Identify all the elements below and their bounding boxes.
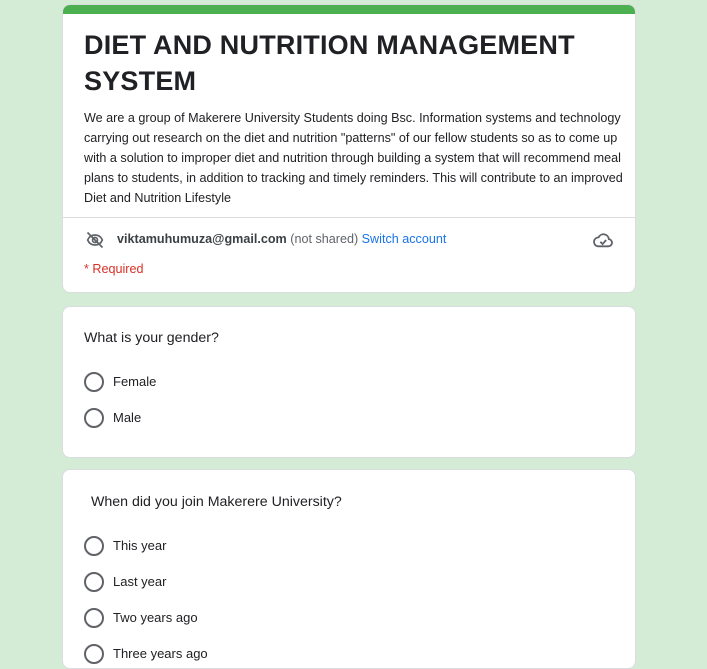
account-info: viktamuhumuza@gmail.com (not shared) Swi… [117,232,446,246]
option-label: Three years ago [113,646,208,661]
visibility-off-icon [84,230,106,250]
option-label: This year [113,538,167,553]
form-header-card: DIET AND NUTRITION MANAGEMENT SYSTEM We … [62,4,636,293]
radio-button[interactable] [84,608,104,628]
radio-button[interactable] [84,536,104,556]
option-label: Two years ago [113,610,198,625]
option-label: Male [113,410,142,425]
cloud-done-icon [592,231,614,249]
account-row: viktamuhumuza@gmail.com (not shared) Swi… [84,230,614,250]
question-card-join-year: When did you join Makerere University? T… [62,469,636,669]
required-note: * Required [84,262,144,276]
option-label: Last year [113,574,167,589]
form-description: We are a group of Makerere University St… [84,111,623,205]
divider [63,217,635,218]
radio-button[interactable] [84,572,104,592]
radio-button[interactable] [84,372,104,392]
switch-account-link[interactable]: Switch account [362,232,447,246]
form-title: DIET AND NUTRITION MANAGEMENT SYSTEM [84,30,575,96]
question-title: When did you join Makerere University? [91,494,342,510]
accent-bar [63,5,635,14]
radio-button[interactable] [84,644,104,664]
question-title: What is your gender? [84,330,219,346]
option-label: Female [113,374,157,389]
account-email: viktamuhumuza@gmail.com [117,232,287,246]
radio-button[interactable] [84,408,104,428]
not-shared-label: (not shared) [290,232,359,246]
question-card-gender: What is your gender? Female Male [62,306,636,458]
